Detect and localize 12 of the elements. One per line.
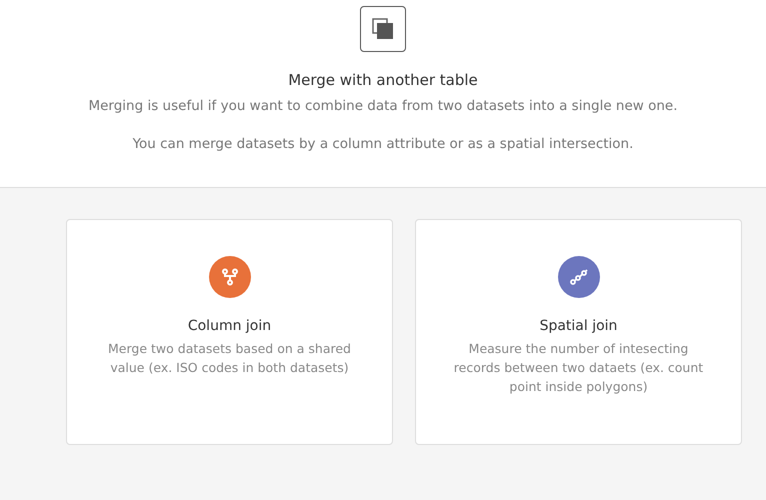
merge-icon [360,6,406,52]
join-option-card[interactable]: Column join Merge two datasets based on a shared value (ex. ISO codes in both datasets) [66,219,393,445]
option-title: Column join [186,317,272,336]
connected-dots-icon [568,267,588,287]
section-description: Merging is useful if you want to combine data from two datasets into a single new one. [87,96,679,116]
section-note: You can merge datasets by a column attribute or as a spatial intersection. [132,134,634,154]
option-description: Measure the number of intesecting records between two dataets (ex. count point inside polygons) [452,340,704,396]
section-title: Merge with another table [287,70,479,91]
join-option-card[interactable]: Spatial join Measure the number of intesecting records between two dataets (ex. count point inside polygons) [415,219,742,445]
option-description: Merge two datasets based on a shared value (ex. ISO codes in both datasets) [107,340,352,377]
option-title: Spatial join [538,317,618,336]
fork-icon [220,268,238,286]
